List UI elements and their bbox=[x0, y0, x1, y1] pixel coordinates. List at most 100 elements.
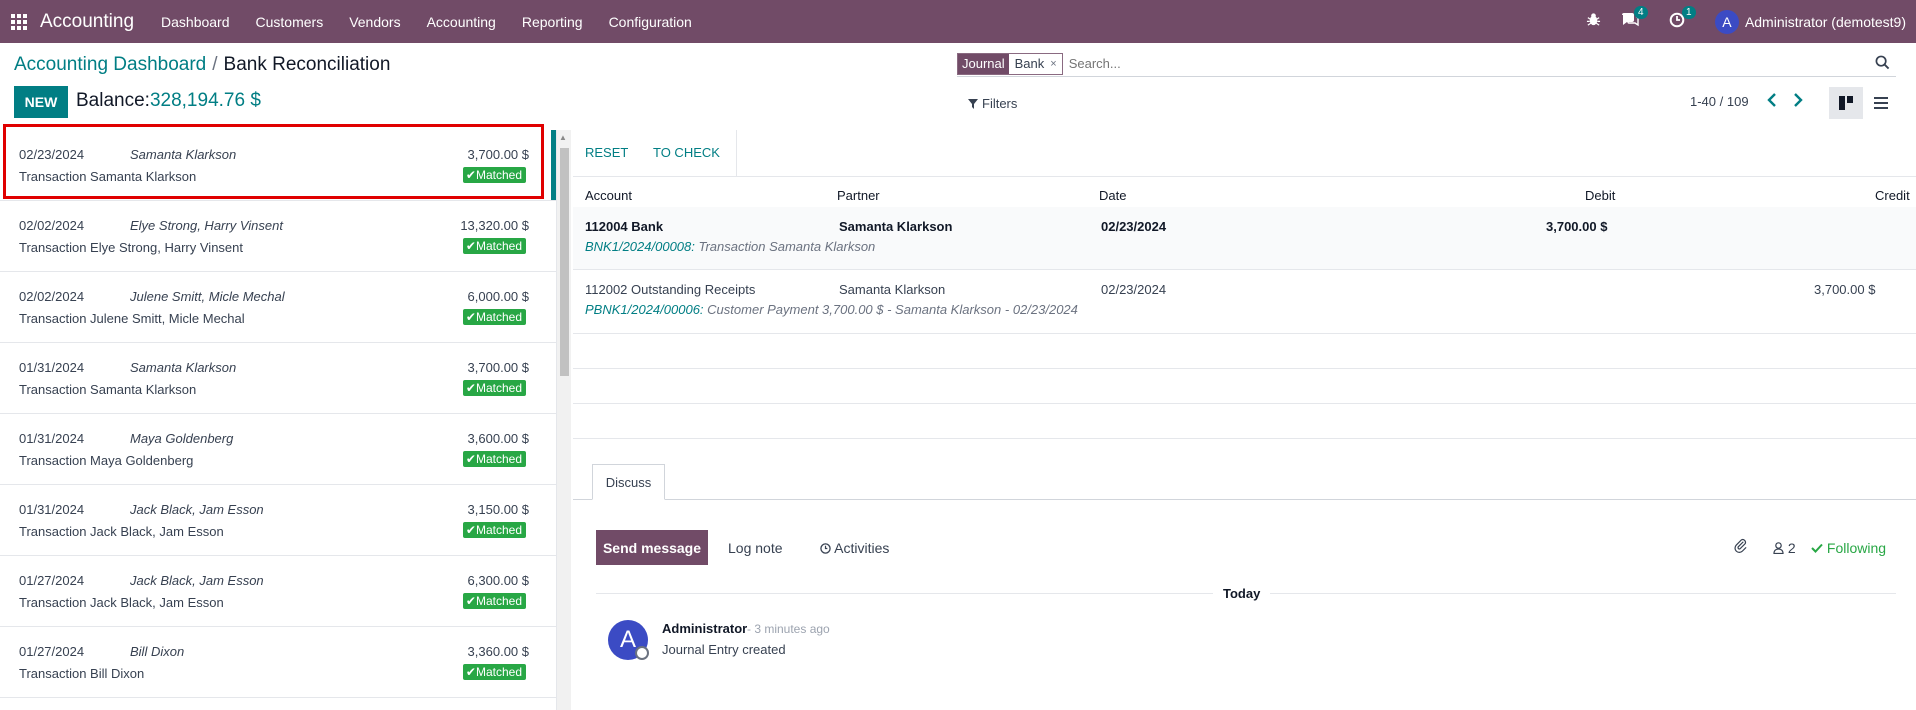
filter-icon bbox=[968, 98, 978, 109]
kanban-view-icon[interactable] bbox=[1829, 87, 1863, 119]
transactions-list: 02/23/2024 Samanta Klarkson 3,700.00 $ T… bbox=[0, 130, 557, 710]
transaction-amount: 6,300.00 $ bbox=[467, 573, 529, 588]
transaction-date: 02/02/2024 bbox=[19, 289, 85, 304]
line-ref-link[interactable]: BNK1/2024/00008: bbox=[585, 239, 695, 254]
selection-highlight bbox=[3, 124, 544, 199]
tab-discuss[interactable]: Discuss bbox=[592, 464, 665, 500]
following-button[interactable]: Following bbox=[1811, 540, 1886, 556]
send-message-button[interactable]: Send message bbox=[596, 530, 708, 565]
activities-clock-icon[interactable]: 1 bbox=[1669, 5, 1696, 32]
transaction-card[interactable]: 01/27/2024 Jack Black, Jam Esson 6,300.0… bbox=[0, 556, 556, 627]
matched-badge: ✔Matched bbox=[462, 309, 526, 325]
transaction-amount: 3,360.00 $ bbox=[467, 644, 529, 659]
transaction-partner: Jack Black, Jam Esson bbox=[130, 573, 264, 588]
transaction-amount: 3,150.00 $ bbox=[467, 502, 529, 517]
menu-vendors[interactable]: Vendors bbox=[349, 14, 400, 30]
to-check-button[interactable]: TO CHECK bbox=[653, 145, 720, 160]
transaction-partner: Samanta Klarkson bbox=[130, 360, 237, 375]
pager-next-icon[interactable] bbox=[1793, 92, 1803, 112]
detail-toolbar: RESET TO CHECK bbox=[573, 130, 1916, 177]
line-account: 112004 Bank bbox=[585, 219, 664, 234]
line-credit: 3,700.00 $ bbox=[1814, 282, 1876, 297]
paperclip-icon[interactable] bbox=[1733, 538, 1748, 557]
matched-badge: ✔Matched bbox=[462, 238, 526, 254]
pager-value[interactable]: 1-40 / 109 bbox=[1690, 94, 1749, 109]
chatter-tab-divider bbox=[573, 499, 1916, 500]
check-icon: ✔ bbox=[465, 310, 476, 324]
scrollbar-thumb[interactable] bbox=[560, 148, 569, 376]
transaction-date: 01/27/2024 bbox=[19, 644, 85, 659]
empty-line bbox=[573, 369, 1916, 404]
transaction-card[interactable]: 01/27/2024 Bill Dixon 3,360.00 $ Transac… bbox=[0, 627, 556, 698]
transaction-card[interactable]: 02/02/2024 Julene Smitt, Micle Mechal 6,… bbox=[0, 272, 556, 343]
transaction-amount: 3,600.00 $ bbox=[467, 431, 529, 446]
transaction-description: Transaction Julene Smitt, Micle Mechal bbox=[19, 311, 245, 326]
scroll-up-icon[interactable]: ▲ bbox=[559, 133, 567, 142]
transaction-date: 02/02/2024 bbox=[19, 218, 85, 233]
check-icon: ✔ bbox=[465, 452, 476, 466]
transaction-date: 01/27/2024 bbox=[19, 573, 85, 588]
line-ref-link[interactable]: PBNK1/2024/00006: bbox=[585, 302, 704, 317]
user-icon bbox=[1773, 542, 1784, 555]
menu-dashboard[interactable]: Dashboard bbox=[161, 14, 230, 30]
search-icon[interactable] bbox=[1875, 55, 1890, 73]
pager-previous-icon[interactable] bbox=[1767, 92, 1777, 112]
empty-line bbox=[573, 334, 1916, 369]
app-name[interactable]: Accounting bbox=[40, 11, 134, 33]
line-date: 02/23/2024 bbox=[1101, 282, 1167, 297]
user-name: Administrator (demotest9) bbox=[1744, 13, 1906, 30]
reset-button[interactable]: RESET bbox=[585, 145, 628, 160]
journal-line[interactable]: 112002 Outstanding Receipts Samanta Klar… bbox=[573, 270, 1916, 334]
user-menu[interactable]: A Administrator (demotest9) bbox=[1714, 9, 1906, 34]
matched-badge: ✔Matched bbox=[462, 593, 526, 609]
new-button[interactable]: NEW bbox=[14, 86, 68, 118]
column-account: Account bbox=[585, 188, 632, 203]
message-author[interactable]: Administrator bbox=[662, 621, 747, 636]
transaction-card[interactable]: 01/31/2024 Maya Goldenberg 3,600.00 $ Tr… bbox=[0, 414, 556, 485]
breadcrumb-accounting-dashboard[interactable]: Accounting Dashboard bbox=[14, 54, 206, 75]
list-view-icon[interactable] bbox=[1864, 87, 1898, 119]
followers-button[interactable]: 2 bbox=[1773, 540, 1796, 556]
transaction-description: Transaction Jack Black, Jam Esson bbox=[19, 524, 224, 539]
menu-accounting[interactable]: Accounting bbox=[427, 14, 496, 30]
activities-button[interactable]: Activities bbox=[820, 540, 889, 556]
transaction-date: 01/31/2024 bbox=[19, 502, 85, 517]
line-reference: BNK1/2024/00008: Transaction Samanta Kla… bbox=[585, 239, 876, 254]
menu-reporting[interactable]: Reporting bbox=[522, 14, 583, 30]
transaction-card[interactable]: 01/31/2024 Jack Black, Jam Esson 3,150.0… bbox=[0, 485, 556, 556]
search-input[interactable] bbox=[1068, 56, 1769, 71]
column-date: Date bbox=[1099, 188, 1127, 203]
transaction-partner: Maya Goldenberg bbox=[130, 431, 234, 446]
page-title: Bank Reconciliation bbox=[223, 54, 391, 75]
transaction-card[interactable]: 01/31/2024 Samanta Klarkson 3,700.00 $ T… bbox=[0, 343, 556, 414]
check-icon bbox=[1811, 543, 1823, 553]
activities-badge: 1 bbox=[1681, 5, 1696, 19]
messages-icon[interactable]: 4 bbox=[1621, 5, 1648, 32]
check-icon: ✔ bbox=[465, 239, 476, 253]
breadcrumb: Accounting Dashboard / Bank Reconciliation bbox=[14, 54, 390, 76]
line-reference: PBNK1/2024/00006: Customer Payment 3,700… bbox=[585, 302, 1078, 317]
menu-customers[interactable]: Customers bbox=[256, 14, 324, 30]
bug-icon[interactable] bbox=[1586, 12, 1601, 31]
transaction-description: Transaction Maya Goldenberg bbox=[19, 453, 194, 468]
date-label: Today bbox=[1213, 586, 1271, 601]
app-grid-icon[interactable] bbox=[10, 13, 28, 31]
check-icon: ✔ bbox=[465, 665, 476, 679]
facet-remove-icon[interactable]: × bbox=[1050, 58, 1061, 70]
breadcrumb-separator: / bbox=[212, 54, 218, 75]
messages-badge: 4 bbox=[1633, 5, 1648, 19]
line-partner: Samanta Klarkson bbox=[839, 219, 953, 234]
transaction-partner: Elye Strong, Harry Vinsent bbox=[130, 218, 283, 233]
menu-configuration[interactable]: Configuration bbox=[609, 14, 692, 30]
matched-badge: ✔Matched bbox=[462, 451, 526, 467]
transaction-partner: Julene Smitt, Micle Mechal bbox=[130, 289, 285, 304]
empty-line bbox=[573, 404, 1916, 439]
journal-line[interactable]: 112004 Bank Samanta Klarkson 02/23/2024 … bbox=[573, 207, 1916, 270]
column-credit: Credit bbox=[1875, 188, 1910, 203]
transaction-date: 01/31/2024 bbox=[19, 360, 85, 375]
log-note-button[interactable]: Log note bbox=[728, 540, 783, 556]
user-avatar: A bbox=[1714, 9, 1739, 34]
filters-button[interactable]: Filters bbox=[968, 96, 1017, 111]
balance: Balance:328,194.76 $ bbox=[76, 90, 261, 112]
transaction-card[interactable]: 02/02/2024 Elye Strong, Harry Vinsent 13… bbox=[0, 201, 556, 272]
